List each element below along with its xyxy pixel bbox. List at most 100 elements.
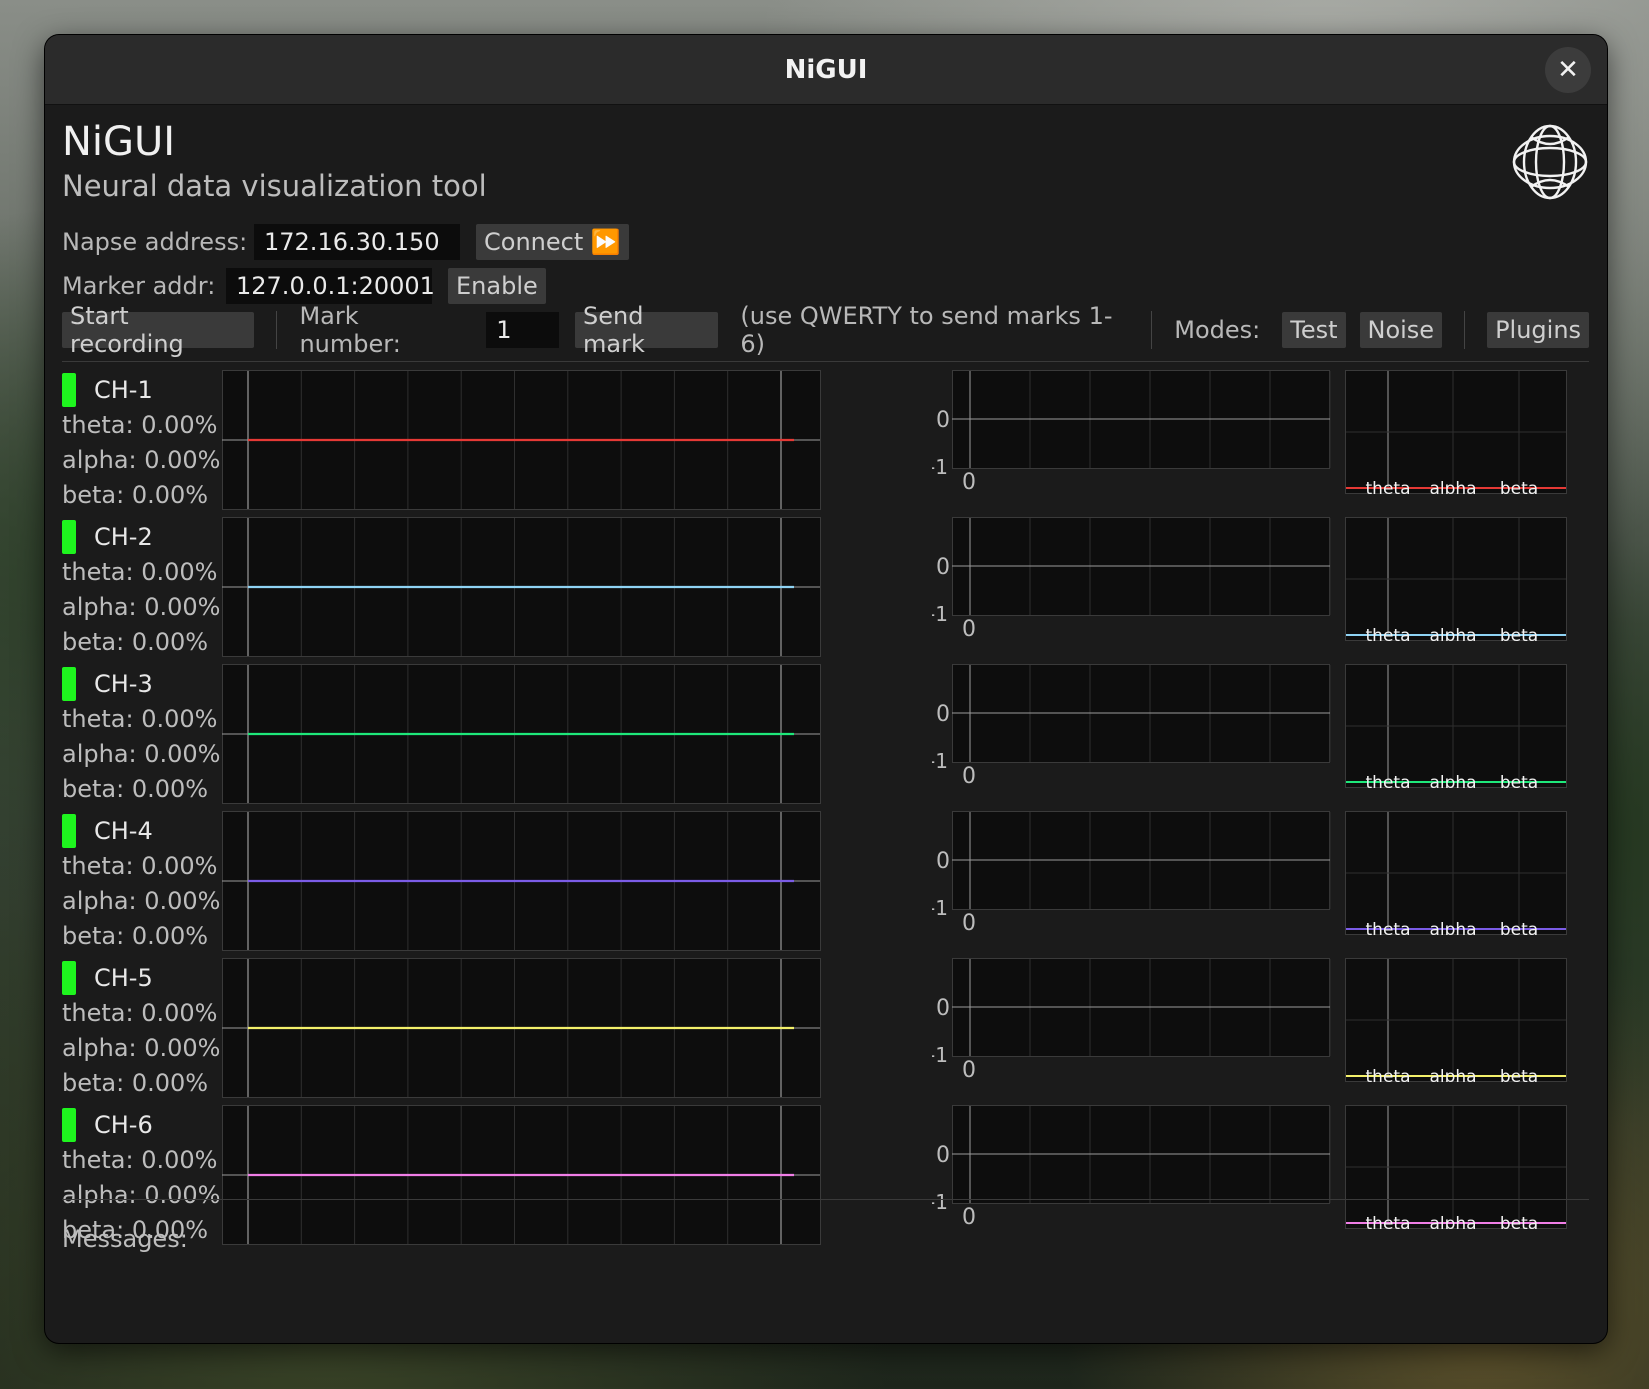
beta-value: beta: 0.00% [62,922,209,950]
channel-name: CH-6 [94,1111,153,1139]
channel-status-led [62,814,76,848]
plugins-button[interactable]: Plugins [1487,312,1590,348]
beta-value: beta: 0.00% [62,628,209,656]
close-icon: ✕ [1557,55,1579,85]
beta-band-label: beta [1500,1067,1538,1082]
beta-value: beta: 0.00% [62,481,209,509]
mark-hint: (use QWERTY to send marks 1-6) [740,302,1113,358]
channel-info: CH-5 theta: 0.00% alpha: 0.00% beta: 0.00% [62,960,222,1101]
timeseries-plot [222,517,821,657]
y-tick-label: -1 [932,602,948,626]
napse-row: Napse address: 172.16.30.150 Connect ⏩ [62,221,1589,263]
alpha-band-label: alpha [1429,626,1476,641]
send-mark-button[interactable]: Send mark [575,302,719,358]
channel-name: CH-2 [94,523,153,551]
alpha-band-label: alpha [1429,479,1476,494]
titlebar: NiGUI ✕ [45,35,1607,105]
theta-band-label: theta [1366,1067,1411,1082]
test-mode-button[interactable]: Test [1282,312,1346,348]
theta-value: theta: 0.00% [62,705,218,733]
theta-band-label: theta [1366,1214,1411,1229]
connect-button[interactable]: Connect ⏩ [476,224,629,260]
x-tick-label: 0 [962,1205,976,1230]
enable-button[interactable]: Enable [448,268,546,304]
y-tick-label: -1 [932,1043,948,1067]
channel-info: CH-4 theta: 0.00% alpha: 0.00% beta: 0.00% [62,813,222,954]
alpha-band-label: alpha [1429,920,1476,935]
noise-mode-button[interactable]: Noise [1359,312,1443,348]
timeseries-plot [222,811,821,951]
x-tick-label: 0 [962,911,976,936]
y-tick-label: 0 [936,849,950,874]
beta-band-label: beta [1500,920,1538,935]
channel-header: CH-4 [62,813,222,849]
y-tick-label: 0 [936,702,950,727]
y-tick-label: 0 [936,1143,950,1168]
theta-band-label: theta [1366,479,1411,494]
x-tick-label: 0 [962,470,976,495]
alpha-value: alpha: 0.00% [62,740,221,768]
x-tick-label: 0 [962,1058,976,1083]
marker-address-input[interactable]: 127.0.0.1:20001 [226,268,435,304]
app-subtitle: Neural data visualization tool [62,169,487,203]
spectrum-plot: 0 -1 0 [932,370,1331,495]
close-button[interactable]: ✕ [1545,47,1591,93]
timeseries-plot [222,664,821,804]
mark-number-input[interactable]: 1 [486,312,560,348]
toolbar-separator [276,311,278,349]
alpha-band-label: alpha [1429,1214,1476,1229]
channel-name: CH-4 [94,817,153,845]
band-power-plot: theta alpha beta [1345,811,1567,935]
band-power-plot: theta alpha beta [1345,517,1567,641]
beta-band-label: beta [1500,626,1538,641]
marker-row: Marker addr: 127.0.0.1:20001 Enable [62,265,1589,307]
band-power-plot: theta alpha beta [1345,370,1567,494]
y-tick-label: -1 [932,896,948,920]
theta-value: theta: 0.00% [62,558,218,586]
timeseries-plot [222,370,821,510]
beta-band-label: beta [1500,479,1538,494]
header-divider [62,361,1589,362]
y-tick-label: 0 [936,996,950,1021]
beta-band-label: beta [1500,1214,1538,1229]
spectrum-plot: 0 -1 0 [932,517,1331,642]
channel-header: CH-1 [62,372,222,408]
spectrum-plot: 0 -1 0 [932,664,1331,789]
spectrum-plot: 0 -1 0 [932,958,1331,1083]
beta-value: beta: 0.00% [62,775,209,803]
band-power-plot: theta alpha beta [1345,1105,1567,1229]
y-tick-label: -1 [932,749,948,773]
theta-value: theta: 0.00% [62,411,218,439]
toolbar-separator [1464,311,1466,349]
x-tick-label: 0 [962,764,976,789]
channel-name: CH-5 [94,964,153,992]
start-recording-button[interactable]: Start recording [62,302,255,358]
spectrum-plot: 0 -1 0 [932,1105,1331,1230]
main-content: NiGUI Neural data visualization tool Nap… [45,105,1607,1252]
window-title: NiGUI [784,54,868,85]
napse-address-input[interactable]: 172.16.30.150 [254,224,460,260]
y-tick-label: -1 [932,455,948,479]
timeseries-plot [222,1105,821,1245]
theta-value: theta: 0.00% [62,852,218,880]
channel-name: CH-3 [94,670,153,698]
theta-band-label: theta [1366,920,1411,935]
theta-band-label: theta [1366,773,1411,788]
channel-info: CH-2 theta: 0.00% alpha: 0.00% beta: 0.00% [62,519,222,660]
channel-status-led [62,667,76,701]
channel-info: CH-1 theta: 0.00% alpha: 0.00% beta: 0.00% [62,372,222,513]
messages-divider [62,1199,1589,1200]
mark-number-label: Mark number: [299,302,401,358]
y-tick-label: 0 [936,555,950,580]
y-tick-label: 0 [936,408,950,433]
channel-status-led [62,1108,76,1142]
spectrum-plot: 0 -1 0 [932,811,1331,936]
beta-value: beta: 0.00% [62,1069,209,1097]
timeseries-plot [222,958,821,1098]
theta-band-label: theta [1366,626,1411,641]
alpha-value: alpha: 0.00% [62,593,221,621]
theta-value: theta: 0.00% [62,999,218,1027]
app-name: NiGUI [62,119,176,165]
marker-address-label: Marker addr: [62,272,216,300]
modes-label: Modes: [1174,316,1261,344]
